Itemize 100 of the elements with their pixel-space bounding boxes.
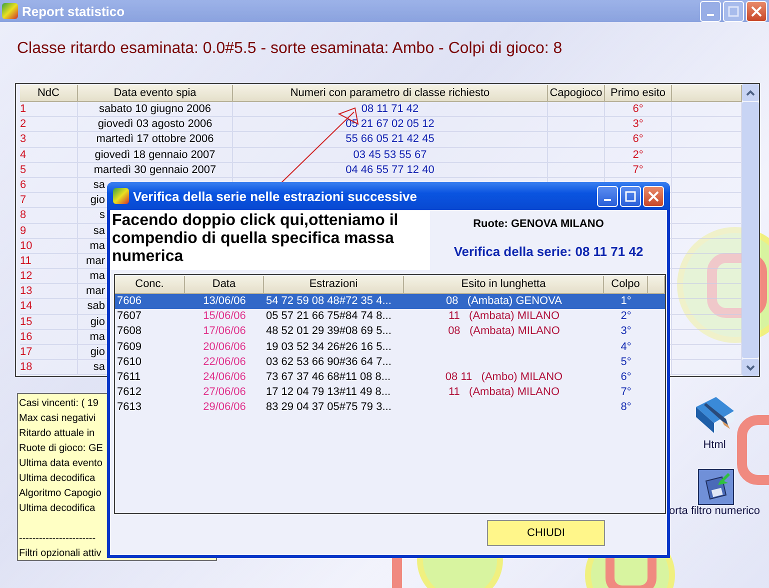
- minimize-icon: [707, 14, 714, 16]
- table-cell: 6°: [605, 132, 672, 147]
- table-row[interactable]: 7613 29/06/06 83 29 04 37 05#75 79 3... 8°: [115, 400, 665, 416]
- header-filler: [648, 276, 665, 294]
- table-cell-text: 54 72 59 08 48#72 35 4...: [265, 294, 392, 309]
- column-header[interactable]: Data evento spia: [78, 85, 233, 102]
- table-cell: martedì 17 ottobre 2006: [78, 132, 233, 147]
- table-cell-text: 1°: [620, 294, 632, 309]
- table-cell-text: s: [98, 208, 105, 222]
- table-cell-text: ma: [88, 269, 105, 284]
- table-cell-text: 2°: [620, 309, 632, 324]
- button-label[interactable]: orta filtro numerico: [668, 505, 760, 517]
- table-cell-text: 7613: [116, 400, 142, 416]
- table-cell-text: 7608: [116, 324, 142, 340]
- table-cell: 04 46 55 77 12 40: [233, 162, 548, 177]
- table-cell: 6: [20, 178, 78, 192]
- table-cell-text: 27/06/06: [202, 385, 247, 400]
- table-cell-text: sa: [92, 178, 105, 192]
- close-icon: [648, 190, 659, 202]
- table-cell-text: 20/06/06: [202, 340, 247, 355]
- table-cell-text: 3°: [620, 324, 632, 340]
- table-cell: 9: [20, 224, 78, 238]
- table-cell-text: sab: [86, 299, 105, 314]
- table-cell-text: ma: [88, 330, 105, 344]
- column-header[interactable]: Numeri con parametro di classe richiesto: [233, 85, 548, 102]
- column-header[interactable]: Esito in lunghetta: [404, 276, 604, 294]
- table-cell: 3: [20, 132, 78, 147]
- table-cell-text: gio: [89, 345, 105, 359]
- table-cell-text: sa: [92, 224, 105, 238]
- table-cell: 18: [20, 360, 78, 374]
- table-cell-text: mar: [85, 284, 105, 298]
- column-header[interactable]: Conc.: [115, 276, 185, 294]
- table-cell-text: 11 (Ambata) MILANO: [447, 385, 561, 400]
- table-cell: martedì 30 gennaio 2007: [78, 162, 233, 177]
- window-title: Report statistico: [22, 4, 125, 18]
- table-cell-text: 29/06/06: [202, 400, 247, 416]
- summary-line: Max casi negativi: [19, 412, 96, 426]
- table-row[interactable]: 7609 20/06/06 19 03 52 34 26#26 16 5... 4°: [115, 340, 665, 355]
- app-icon: [113, 188, 129, 204]
- maximize-icon: [625, 190, 636, 202]
- table-cell-text: 7607: [116, 309, 142, 324]
- table-cell-text: 08 (Ambata) MILANO: [447, 324, 561, 340]
- close-dialog-button[interactable]: CHIUDI: [487, 520, 605, 546]
- table-cell-text: 7606: [116, 294, 142, 309]
- dialog-title: Verifica della serie nelle estrazioni successive: [133, 188, 418, 204]
- ring-decoration: [737, 415, 769, 485]
- table-cell-text: 5°: [620, 354, 632, 370]
- close-button[interactable]: [746, 0, 767, 22]
- table-row[interactable]: 7611 24/06/06 73 67 37 46 68#11 08 8... 08 11 (Ambo) MILANO 6°: [115, 370, 665, 386]
- table-cell-text: gio: [89, 193, 105, 208]
- table-cell-text: ma: [88, 238, 105, 253]
- table-cell: 17: [20, 345, 78, 360]
- table-cell: sabato 10 giugno 2006: [78, 102, 233, 116]
- table-cell-text: 13/06/06: [202, 294, 247, 309]
- table-row[interactable]: 7606 13/06/06 54 72 59 08 48#72 35 4... 08 (Ambata) GENOVA 1°: [115, 294, 665, 310]
- table-cell: 1: [20, 102, 78, 116]
- header-filler: [672, 85, 742, 102]
- maximize-button[interactable]: [620, 186, 641, 206]
- table-cell-text: gio: [89, 314, 105, 329]
- note-text: Facendo doppio click qui,otteniamo il compendio di quella specifica massa numerica: [110, 210, 430, 270]
- button-label[interactable]: Html: [703, 439, 726, 451]
- table-cell-text: 22/06/06: [202, 354, 247, 370]
- table-row[interactable]: 7612 27/06/06 17 12 04 79 13#11 49 8... 11 (Ambata) MILANO 7°: [115, 385, 665, 400]
- table-cell-text: 4°: [620, 340, 632, 355]
- table-cell: 5: [20, 162, 78, 177]
- table-cell-text: sa: [92, 360, 105, 374]
- table-cell: 6°: [605, 102, 672, 116]
- table-cell-text: 08 (Ambata) GENOVA: [445, 294, 563, 309]
- summary-line: Ruote di gioco: GE: [19, 442, 103, 456]
- column-header[interactable]: Data: [185, 276, 264, 294]
- table-cell: 15: [20, 314, 78, 329]
- column-header[interactable]: Estrazioni: [264, 276, 404, 294]
- wheels-label: Ruote: GENOVA MILANO: [473, 218, 604, 230]
- close-button[interactable]: [643, 186, 664, 206]
- table-cell-text: 7°: [620, 385, 632, 400]
- column-header[interactable]: Colpo: [604, 276, 648, 294]
- table-cell-text: 83 29 04 37 05#75 79 3...: [265, 400, 392, 416]
- column-header[interactable]: NdC: [20, 85, 78, 102]
- column-header[interactable]: Capogioco: [548, 85, 605, 102]
- series-label: Verifica della serie: 08 11 71 42: [454, 244, 644, 259]
- table-cell-text: 11 (Ambata) MILANO: [447, 309, 561, 324]
- table-cell: 16: [20, 330, 78, 344]
- table-cell: 12: [20, 269, 78, 284]
- table-cell-text: 73 67 37 46 68#11 08 8...: [265, 370, 392, 385]
- summary-line: Ultima decodifica: [19, 502, 96, 516]
- summary-line: Casi vincenti: ( 19: [19, 397, 98, 411]
- table-row[interactable]: 7607 15/06/06 05 57 21 66 75#84 74 8... 11 (Ambata) MILANO 2°: [115, 309, 665, 324]
- maximize-icon: [728, 6, 739, 16]
- table-cell-text: 08 11 (Ambo) MILANO: [444, 370, 564, 385]
- table-row[interactable]: 7610 22/06/06 03 62 53 66 90#36 64 7... 5°: [115, 354, 665, 370]
- app-icon: [2, 3, 18, 19]
- column-header[interactable]: Primo esito: [605, 85, 672, 102]
- table-cell: 14: [20, 299, 78, 314]
- table-cell-text: 7612: [116, 385, 142, 400]
- table-cell: 3°: [605, 117, 672, 132]
- minimize-button[interactable]: [597, 186, 618, 206]
- table-cell-text: 24/06/06: [202, 370, 247, 385]
- table-cell: 2°: [605, 148, 672, 162]
- table-cell-text: 15/06/06: [202, 309, 247, 324]
- table-row[interactable]: 7608 17/06/06 48 52 01 29 39#08 69 5... 08 (Ambata) MILANO 3°: [115, 324, 665, 340]
